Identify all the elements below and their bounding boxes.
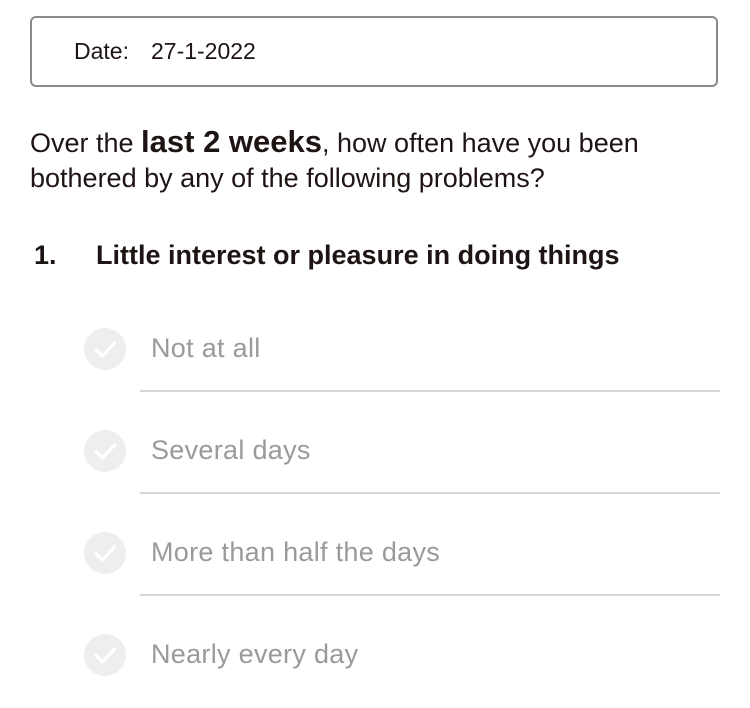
checkmark-icon[interactable]	[84, 634, 126, 676]
answer-option-label: More than half the days	[151, 537, 441, 567]
answer-option-not-at-all[interactable]: Not at all	[0, 300, 750, 402]
date-value: 27-1-2022	[150, 38, 256, 64]
answer-option-label: Nearly every day	[151, 639, 359, 669]
date-field[interactable]: Date: 27-1-2022	[30, 16, 718, 87]
question-heading: 1. Little interest or pleasure in doing …	[34, 240, 620, 271]
instructions-prefix: Over the	[30, 128, 142, 158]
question-number: 1.	[34, 240, 57, 270]
checkmark-icon[interactable]	[84, 328, 126, 370]
instructions-text: Over the last 2 weeks, how often have yo…	[30, 124, 720, 196]
answer-option-several-days[interactable]: Several days	[0, 402, 750, 504]
instructions-emphasis: last 2 weeks	[141, 124, 323, 159]
divider	[140, 594, 720, 596]
answer-option-nearly-every-day[interactable]: Nearly every day	[0, 606, 750, 708]
question-text: Little interest or pleasure in doing thi…	[96, 240, 620, 270]
answer-option-more-than-half[interactable]: More than half the days	[0, 504, 750, 606]
date-label: Date:	[74, 38, 129, 64]
answer-options-list: Not at all Several days More than half t…	[0, 300, 750, 708]
answer-option-label: Not at all	[151, 333, 261, 363]
answer-option-label: Several days	[151, 435, 311, 465]
checkmark-icon[interactable]	[84, 532, 126, 574]
divider	[140, 390, 720, 392]
divider	[140, 492, 720, 494]
checkmark-icon[interactable]	[84, 430, 126, 472]
